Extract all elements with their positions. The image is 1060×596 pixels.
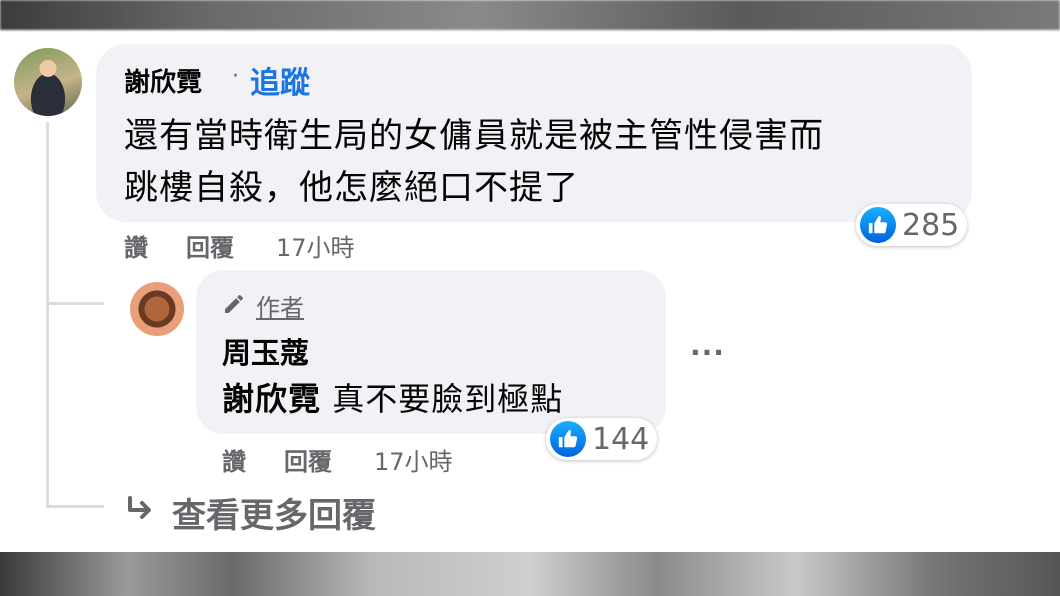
thread-connector-branch	[46, 505, 104, 508]
reply-text-body: 真不要臉到極點	[321, 380, 564, 418]
like-count: 144	[592, 421, 650, 457]
reply-author-name[interactable]: 周玉蔻	[222, 330, 309, 372]
comment-timestamp[interactable]: 17小時	[276, 228, 355, 263]
top-blurred-band	[0, 0, 1060, 30]
pencil-icon	[225, 294, 243, 313]
like-count: 285	[902, 207, 960, 243]
mention-link[interactable]: 謝欣霓	[222, 380, 321, 418]
reply-button[interactable]: 回覆	[186, 228, 234, 263]
comment-text-line: 還有當時衛生局的女傭員就是被主管性侵害而	[124, 116, 824, 156]
comment-author-name[interactable]: 謝欣霓	[124, 62, 202, 99]
name-separator: ·	[232, 64, 239, 89]
thumbs-up-icon	[860, 207, 896, 243]
reaction-summary[interactable]: 285	[856, 204, 968, 246]
thread-connector-line	[46, 122, 49, 508]
commenter-avatar[interactable]	[14, 48, 82, 116]
reply-text: 謝欣霓 真不要臉到極點	[222, 374, 563, 420]
thumbs-up-icon	[550, 421, 586, 457]
author-badge-label: 作者	[256, 294, 304, 322]
thread-connector-branch	[46, 302, 104, 305]
comment-text-line: 跳樓自殺，他怎麼絕口不提了	[124, 168, 579, 208]
reaction-summary[interactable]: 144	[546, 418, 658, 460]
follow-link[interactable]: 追蹤	[250, 58, 310, 102]
reply-arrow-icon	[128, 496, 151, 519]
more-options-icon[interactable]: ···	[690, 336, 725, 369]
bottom-blurred-band	[0, 552, 1060, 596]
view-more-replies-label: 查看更多回覆	[172, 496, 376, 536]
reply-timestamp[interactable]: 17小時	[374, 442, 453, 477]
reply-author-avatar[interactable]	[130, 282, 184, 336]
like-button[interactable]: 讚	[124, 228, 148, 263]
like-button[interactable]: 讚	[222, 442, 246, 477]
reply-button[interactable]: 回覆	[284, 442, 332, 477]
